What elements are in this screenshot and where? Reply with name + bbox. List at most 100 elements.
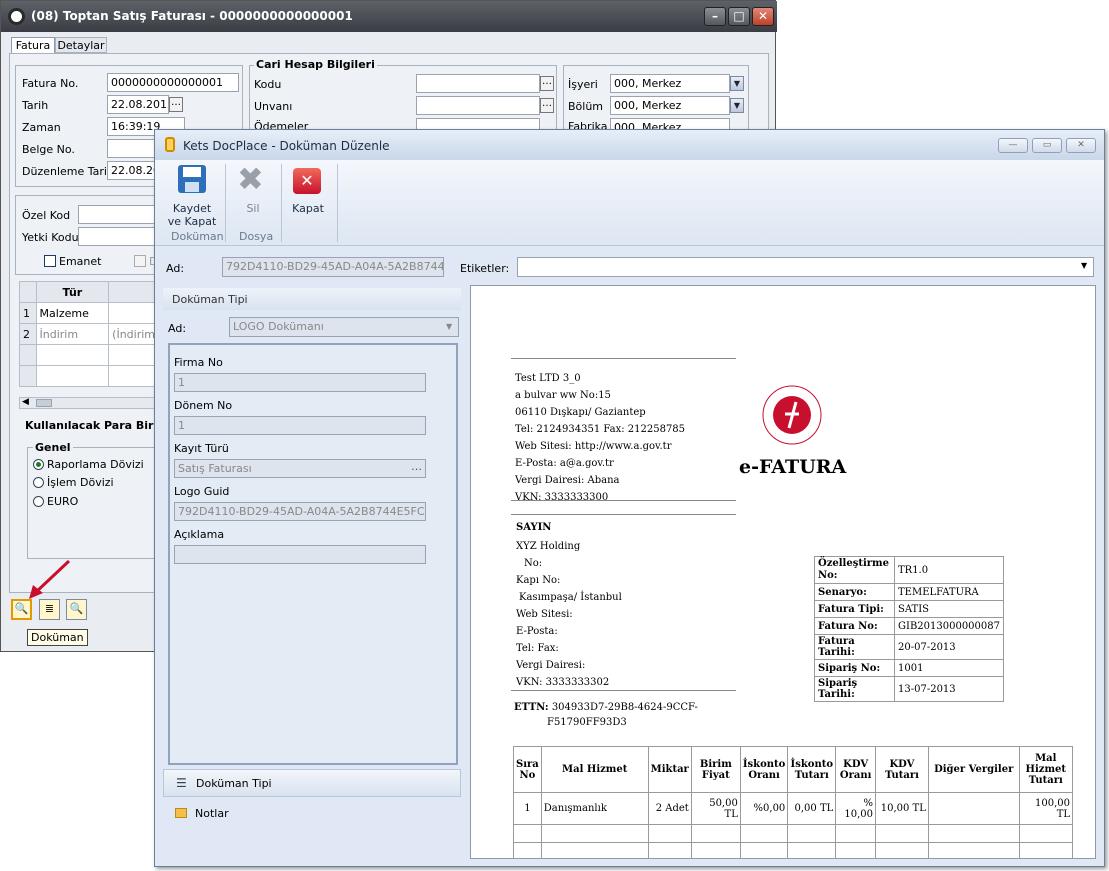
close-x-icon: ✕ [293,168,321,194]
radio-islem[interactable] [33,477,44,488]
maximize-button[interactable]: □ [728,7,750,26]
row-cell[interactable] [108,344,159,366]
meta-value: 20-07-2013 [894,634,1004,660]
doc-search-button[interactable]: 🔍 [11,599,32,620]
fg-maximize-button[interactable]: ▭ [1032,138,1062,153]
meta-value: SATIS [894,600,1004,618]
floppy-save-icon [178,165,206,193]
ozel-kod-input[interactable] [78,205,158,224]
tarih-input[interactable]: 22.08.2013 [107,95,169,114]
row-tur-cell[interactable]: İndirim [35,323,110,345]
scroll-left-icon[interactable]: ◀ [22,397,29,407]
radio-euro[interactable] [33,496,44,507]
table-row[interactable]: 2 İndirim (İndirim [19,323,159,345]
etiketler-select[interactable] [517,257,1094,277]
table-row[interactable] [19,365,159,387]
bolum-dropdown-icon[interactable]: ▼ [730,98,744,113]
d-checkbox[interactable] [134,255,146,267]
col-header: Mal Hizmet Tutarı [1018,746,1074,793]
doc-list-button[interactable]: ≣ [39,599,60,620]
emanet-checkbox[interactable] [44,255,56,267]
isyeri-select[interactable]: 000, Merkez [610,74,730,93]
grid-header-corner [19,281,37,303]
doc-type-header: Doküman Tipi [163,288,461,310]
fatura-no-input[interactable]: 0000000000000001 [107,73,239,92]
item-cell: 100,00 TL [1018,792,1074,825]
doc-view-button[interactable]: 🔍 [66,599,87,620]
tab-fatura[interactable]: Fatura [11,37,55,53]
buyer-line: E-Posta: [516,626,558,637]
yetki-kodu-input[interactable] [78,227,158,246]
nav-notes[interactable]: Notlar [163,800,461,826]
tab-detaylar[interactable]: Detaylar [55,37,107,53]
item-cell: %0,00 [739,792,789,825]
unvani-lookup-button[interactable]: … [540,98,554,113]
grid-scrollbar[interactable]: ◀ [19,397,159,409]
radio-euro-label: EURO [47,495,79,508]
row-cell[interactable] [35,365,110,387]
ribbon-separator [281,164,282,242]
divider [511,690,736,691]
close-doc-button[interactable]: ✕ Kapat [283,162,333,232]
nav-doc-type[interactable]: ☰ Doküman Tipi [163,769,461,797]
zaman-label: Zaman [22,121,61,134]
ad-input[interactable]: 792D4110-BD29-45AD-A04A-5A2B8744E... [222,257,444,277]
ettn-block: ETTN: 304933D7-29B8-4624-9CCF- F51790FF9… [514,700,698,730]
meta-value: 13-07-2013 [894,676,1004,702]
table-row[interactable] [19,344,159,366]
ozel-kod-label: Özel Kod [22,209,71,222]
items-row: 1 Danışmanlık 2 Adet 50,00 TL %0,00 0,00… [513,792,1074,825]
row-cell[interactable] [108,302,159,324]
meta-key: Fatura No: [814,617,895,635]
delete-button[interactable]: ✖ Sil [231,162,275,232]
document-preview[interactable]: Test LTD 3_0 a bulvar ww No:15 06110 Dış… [470,285,1096,859]
col-header: Mal Hizmet [540,746,649,793]
col-header: Miktar [647,746,692,793]
row-cell[interactable] [108,365,159,387]
kodu-lookup-button[interactable]: … [540,76,554,91]
meta-key: Sipariş No: [814,659,895,677]
fg-minimize-button[interactable]: — [998,138,1028,153]
seller-line: Tel: 2124934351 Fax: 212258785 [515,424,686,435]
kodu-input[interactable] [416,74,540,93]
invoice-meta-table: Özelleştirme No: TR1.0 Senaryo: TEMELFATUR… [814,556,1004,702]
buyer-title: SAYIN [516,522,552,533]
row-cell[interactable] [35,344,110,366]
logo-guid-input[interactable]: 792D4110-BD29-45AD-A04A-5A2B8744E5FC [174,502,426,521]
ettn-label: ETTN: [514,702,549,713]
row-tur-cell[interactable]: Malzeme [35,302,110,324]
fg-window-title: Kets DocPlace - Doküman Düzenle [183,139,390,153]
duzenleme-tarihi-input[interactable]: 22.08.20 [107,161,159,180]
seller-line: Test LTD 3_0 [515,373,581,384]
divider [511,514,736,515]
type-ad-select[interactable]: LOGO Dokümanı [229,317,459,337]
kayit-turu-lookup-icon[interactable]: … [411,460,422,473]
kayit-turu-input[interactable]: Satış Faturası [174,459,426,478]
tarih-picker-button[interactable]: … [169,97,183,112]
unvani-input[interactable] [416,96,540,115]
table-row[interactable]: 1 Malzeme [19,302,159,324]
scroll-thumb[interactable] [36,399,52,407]
radio-raporlama[interactable] [33,459,44,470]
close-button[interactable]: ✕ [752,7,774,26]
items-header-row: Sıra No Mal Hizmet Miktar Birim Fiyat İs… [513,746,1074,793]
lines-grid[interactable]: Tür 1 Malzeme 2 İndirim (İndirim [19,281,159,387]
fg-close-button[interactable]: ✕ [1066,138,1096,153]
bolum-select[interactable]: 000, Merkez [610,96,730,115]
buyer-line: XYZ Holding [516,541,581,552]
save-close-button[interactable]: Kaydet ve Kapat [163,162,221,232]
row-cell[interactable]: (İndirim [108,323,159,345]
red-arrow-icon [29,559,71,599]
emanet-label: Emanet [59,255,102,268]
firma-no-input[interactable]: 1 [174,373,426,392]
buyer-line: VKN: 3333333302 [516,677,610,688]
donem-no-input[interactable]: 1 [174,416,426,435]
col-header: İskonto Oranı [739,746,789,793]
tooltip-dokuman: Doküman [27,629,88,646]
minimize-button[interactable]: – [704,7,726,26]
isyeri-dropdown-icon[interactable]: ▼ [730,76,744,91]
etiketler-dropdown-icon[interactable]: ▼ [1081,261,1087,270]
aciklama-input[interactable] [174,545,426,564]
type-dropdown-icon[interactable]: ▼ [446,322,452,331]
divider [511,500,736,501]
